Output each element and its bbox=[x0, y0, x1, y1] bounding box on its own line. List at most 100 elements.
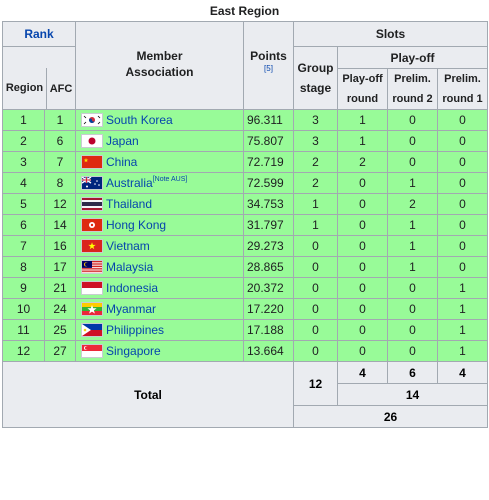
region-rank-cell: 10 bbox=[2, 298, 45, 320]
association-link[interactable]: Myanmar bbox=[106, 302, 156, 316]
member-association-cell: Australia[Note AUS] bbox=[75, 172, 244, 194]
prelim-round1-cell: 0 bbox=[436, 109, 489, 131]
region-rank-cell: 12 bbox=[2, 340, 45, 362]
playoff-round-cell: 0 bbox=[337, 256, 388, 278]
association-link[interactable]: China bbox=[106, 155, 137, 169]
association-link[interactable]: Singapore bbox=[106, 344, 161, 358]
group-stage-header: Group stage bbox=[293, 46, 338, 110]
prelim-round1-cell: 0 bbox=[436, 193, 489, 215]
points-cell: 13.664 bbox=[243, 340, 294, 362]
association-link[interactable]: Philippines bbox=[106, 323, 164, 337]
table-row: 2 6 Japan 75.807 3 1 0 0 bbox=[2, 130, 489, 152]
malaysia-flag-icon bbox=[81, 260, 103, 275]
afc-rank-cell: 25 bbox=[44, 319, 76, 341]
association-link[interactable]: Vietnam bbox=[106, 239, 150, 253]
prelim-round2-cell: 0 bbox=[387, 151, 438, 173]
group-stage-cell: 0 bbox=[293, 319, 338, 341]
japan-flag-icon bbox=[81, 134, 103, 149]
prelim-round1-header: Prelim. round 1 bbox=[436, 68, 489, 110]
prelim-round1-cell: 0 bbox=[436, 151, 489, 173]
total-prelim-round2: 6 bbox=[387, 361, 438, 384]
points-cell: 75.807 bbox=[243, 130, 294, 152]
rank-header: Rank bbox=[2, 21, 76, 47]
member-header-line1: Member bbox=[136, 49, 183, 63]
association-link[interactable]: Indonesia bbox=[106, 281, 158, 295]
association-link[interactable]: Malaysia bbox=[106, 260, 153, 274]
playoff-round-cell: 1 bbox=[337, 130, 388, 152]
afc-rank-cell: 17 bbox=[44, 256, 76, 278]
member-association-cell: Thailand bbox=[75, 193, 244, 215]
table-row: 10 24 Myanmar 17.220 0 0 0 1 bbox=[2, 298, 489, 320]
association-link[interactable]: Thailand bbox=[106, 197, 152, 211]
total-playoff-sum: 14 bbox=[336, 383, 489, 406]
prelim-round2-cell: 0 bbox=[387, 319, 438, 341]
association-link[interactable]: Japan bbox=[106, 134, 139, 148]
region-rank-cell: 4 bbox=[2, 172, 45, 194]
prelim-round2-cell: 0 bbox=[387, 277, 438, 299]
prelim-round2-cell: 1 bbox=[387, 172, 438, 194]
points-cell: 20.372 bbox=[243, 277, 294, 299]
region-rank-cell: 1 bbox=[2, 109, 45, 131]
playoff-round-line2: round bbox=[346, 93, 379, 105]
member-association-cell: Philippines bbox=[75, 319, 244, 341]
prelim-round2-cell: 2 bbox=[387, 193, 438, 215]
indonesia-flag-icon bbox=[81, 281, 103, 296]
points-reference-link[interactable]: [5] bbox=[244, 64, 293, 74]
total-label: Total bbox=[2, 361, 294, 428]
member-association-cell: Myanmar bbox=[75, 298, 244, 320]
prelim-round1-cell: 1 bbox=[436, 340, 489, 362]
group-stage-cell: 2 bbox=[293, 151, 338, 173]
prelim-round2-cell: 1 bbox=[387, 235, 438, 257]
note-reference-link[interactable]: [Note AUS] bbox=[153, 176, 188, 183]
philippines-flag-icon bbox=[81, 323, 103, 338]
playoff-round-cell: 0 bbox=[337, 298, 388, 320]
points-cell: 29.273 bbox=[243, 235, 294, 257]
playoff-round-cell: 0 bbox=[337, 235, 388, 257]
vietnam-flag-icon bbox=[81, 239, 103, 254]
member-association-cell: Malaysia bbox=[75, 256, 244, 278]
group-stage-cell: 0 bbox=[293, 235, 338, 257]
prelim-round1-line1: Prelim. bbox=[444, 73, 481, 85]
playoff-round-cell: 0 bbox=[337, 172, 388, 194]
group-stage-cell: 3 bbox=[293, 109, 338, 131]
points-header-label: Points bbox=[250, 49, 287, 63]
prelim-round2-header: Prelim. round 2 bbox=[387, 68, 438, 110]
prelim-round2-cell: 0 bbox=[387, 340, 438, 362]
group-stage-cell: 1 bbox=[293, 193, 338, 215]
region-rank-cell: 11 bbox=[2, 319, 45, 341]
group-stage-cell: 0 bbox=[293, 340, 338, 362]
table-row: 11 25 Philippines 17.188 0 0 0 1 bbox=[2, 319, 489, 341]
region-rank-cell: 9 bbox=[2, 277, 45, 299]
hong-kong-flag-icon bbox=[81, 218, 103, 233]
points-cell: 17.188 bbox=[243, 319, 294, 341]
east-region-table: Rank Member Association Points [5] Slots… bbox=[2, 21, 489, 428]
table-row: 9 21 Indonesia 20.372 0 0 0 1 bbox=[2, 277, 489, 299]
member-association-cell: Singapore bbox=[75, 340, 244, 362]
points-cell: 17.220 bbox=[243, 298, 294, 320]
group-stage-line2: stage bbox=[299, 81, 332, 95]
myanmar-flag-icon bbox=[81, 302, 103, 317]
group-stage-cell: 0 bbox=[293, 277, 338, 299]
group-stage-cell: 2 bbox=[293, 172, 338, 194]
group-stage-cell: 0 bbox=[293, 298, 338, 320]
member-association-cell: China bbox=[75, 151, 244, 173]
total-section: Total 12 4 6 4 14 26 bbox=[2, 361, 489, 428]
points-cell: 72.599 bbox=[243, 172, 294, 194]
prelim-round1-line2: round 1 bbox=[442, 93, 483, 105]
association-link[interactable]: Hong Kong bbox=[106, 218, 166, 232]
afc-rank-cell: 24 bbox=[44, 298, 76, 320]
points-header: Points [5] bbox=[243, 21, 294, 110]
points-cell: 96.311 bbox=[243, 109, 294, 131]
prelim-round1-cell: 0 bbox=[436, 214, 489, 236]
playoff-round-header: Play-off round bbox=[337, 68, 388, 110]
prelim-round2-cell: 0 bbox=[387, 130, 438, 152]
association-link[interactable]: South Korea bbox=[106, 113, 173, 127]
rank-subheader: Region AFC bbox=[2, 46, 76, 110]
region-rank-cell: 6 bbox=[2, 214, 45, 236]
playoff-round-cell: 0 bbox=[337, 319, 388, 341]
afc-rank-cell: 8 bbox=[44, 172, 76, 194]
australia-flag-icon bbox=[81, 176, 103, 191]
slots-header: Slots bbox=[292, 21, 489, 47]
member-association-cell: South Korea bbox=[75, 109, 244, 131]
association-link[interactable]: Australia bbox=[106, 176, 153, 190]
